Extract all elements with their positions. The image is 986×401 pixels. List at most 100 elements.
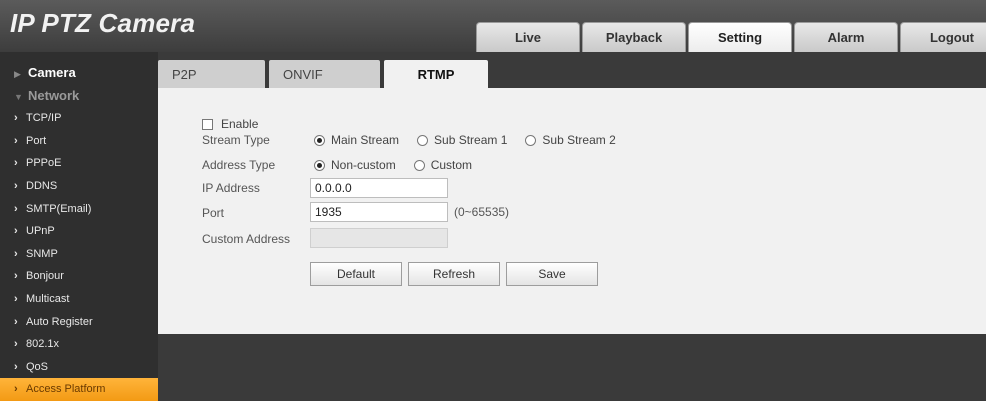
sidebar-item-auto-register[interactable]: › Auto Register <box>0 311 158 334</box>
radio-label: Sub Stream 1 <box>434 133 508 147</box>
sidebar-item-upnp[interactable]: › UPnP <box>0 220 158 243</box>
port-row: Port (0~65535) <box>202 202 802 222</box>
sidebar-item-qos[interactable]: › QoS <box>0 356 158 379</box>
sidebar-item-label: UPnP <box>26 225 55 238</box>
chevron-right-icon: › <box>14 383 18 396</box>
chevron-right-icon: › <box>14 247 18 260</box>
tab-p2p[interactable]: P2P <box>158 60 265 88</box>
default-button[interactable]: Default <box>310 262 402 286</box>
custom-address-row: Custom Address <box>202 228 802 248</box>
tab-alarm[interactable]: Alarm <box>794 22 898 52</box>
stream-type-label: Stream Type <box>202 133 270 147</box>
ip-address-row: IP Address <box>202 178 802 198</box>
ip-address-field-area <box>310 178 448 198</box>
sidebar-item-label: 802.1x <box>26 338 60 351</box>
radio-label: Sub Stream 2 <box>542 133 616 147</box>
chevron-right-icon: › <box>14 179 18 192</box>
sidebar: ▶ Camera ▼ Network › TCP/IP › Port › PPPoE › D… <box>0 52 158 401</box>
custom-address-input <box>310 228 448 248</box>
chevron-right-icon: › <box>14 225 18 238</box>
radio-custom[interactable]: Custom <box>413 158 473 172</box>
radio-unchecked-icon[interactable] <box>525 134 537 146</box>
tab-setting[interactable]: Setting <box>688 22 792 52</box>
sidebar-item-label: Bonjour <box>26 270 64 283</box>
radio-sub-stream-1[interactable]: Sub Stream 1 <box>417 133 507 147</box>
tab-playback[interactable]: Playback <box>582 22 686 52</box>
sidebar-item-label: PPPoE <box>26 157 62 170</box>
top-nav: Live Playback Setting Alarm Logout <box>476 22 986 52</box>
sidebar-item-smtp[interactable]: › SMTP(Email) <box>0 198 158 221</box>
radio-main-stream[interactable]: Main Stream <box>314 133 399 147</box>
sidebar-section-label: Camera <box>28 65 76 80</box>
tab-label: P2P <box>172 66 197 82</box>
radio-label: Custom <box>430 158 473 172</box>
sidebar-section-label: Network <box>28 87 80 103</box>
sidebar-item-label: Access Platform <box>26 383 106 396</box>
sidebar-item-8021x[interactable]: › 802.1x <box>0 333 158 356</box>
ip-address-label: IP Address <box>202 181 260 195</box>
radio-non-custom[interactable]: Non-custom <box>314 158 396 172</box>
sidebar-item-pppoe[interactable]: › PPPoE <box>0 152 158 175</box>
tab-onvif[interactable]: ONVIF <box>269 60 380 88</box>
tab-label: ONVIF <box>283 66 323 82</box>
chevron-right-icon: › <box>14 202 18 215</box>
chevron-right-icon: › <box>14 360 18 373</box>
rtmp-settings-panel: Enable Stream Type Main Stream Sub Strea… <box>158 88 986 334</box>
save-button[interactable]: Save <box>506 262 598 286</box>
port-label: Port <box>202 206 225 220</box>
tab-logout[interactable]: Logout <box>900 22 986 52</box>
sidebar-item-port[interactable]: › Port <box>0 130 158 153</box>
ip-address-input[interactable] <box>310 178 448 198</box>
triangle-down-icon: ▼ <box>14 91 23 102</box>
triangle-right-icon: ▶ <box>14 69 21 79</box>
custom-address-label: Custom Address <box>202 232 291 246</box>
address-type-row: Address Type Non-custom Custom <box>202 155 802 175</box>
subtab-bar: P2P ONVIF RTMP <box>158 60 492 88</box>
enable-checkbox[interactable] <box>202 118 213 130</box>
custom-address-field-area <box>310 228 448 248</box>
header-bar: IP PTZ Camera Live Playback Setting Alar… <box>0 0 986 52</box>
chevron-right-icon: › <box>14 338 18 351</box>
sidebar-item-snmp[interactable]: › SNMP <box>0 243 158 266</box>
radio-checked-icon[interactable] <box>314 134 325 146</box>
radio-checked-icon[interactable] <box>314 159 325 171</box>
chevron-right-icon: › <box>14 112 18 125</box>
chevron-right-icon: › <box>14 315 18 328</box>
sidebar-item-multicast[interactable]: › Multicast <box>0 288 158 311</box>
sidebar-item-label: TCP/IP <box>26 112 62 125</box>
radio-unchecked-icon[interactable] <box>417 134 429 146</box>
radio-unchecked-icon[interactable] <box>413 159 425 171</box>
port-input[interactable] <box>310 202 448 222</box>
chevron-right-icon: › <box>14 270 18 283</box>
stream-type-radio-group: Main Stream Sub Stream 1 Sub Stream 2 <box>314 133 634 147</box>
sidebar-item-label: QoS <box>26 360 49 373</box>
app-title: IP PTZ Camera <box>10 8 196 38</box>
chevron-right-icon: › <box>14 134 18 147</box>
stream-type-row: Stream Type Main Stream Sub Stream 1 Sub… <box>202 130 802 150</box>
radio-sub-stream-2[interactable]: Sub Stream 2 <box>525 133 616 147</box>
address-type-radio-group: Non-custom Custom <box>314 158 490 172</box>
sidebar-section-camera[interactable]: ▶ Camera <box>0 62 158 85</box>
chevron-right-icon: › <box>14 157 18 170</box>
port-range-hint: (0~65535) <box>454 205 510 219</box>
chevron-right-icon: › <box>14 292 18 305</box>
sidebar-item-ddns[interactable]: › DDNS <box>0 175 158 198</box>
button-bar: Default Refresh Save <box>310 262 604 286</box>
enable-label: Enable <box>221 117 259 131</box>
sidebar-item-label: SMTP(Email) <box>26 202 92 215</box>
sidebar-item-access-platform[interactable]: › Access Platform <box>0 378 158 401</box>
sidebar-section-network[interactable]: ▼ Network <box>0 85 158 108</box>
radio-label: Non-custom <box>331 158 396 172</box>
sidebar-item-label: Auto Register <box>26 315 93 328</box>
sidebar-item-bonjour[interactable]: › Bonjour <box>0 265 158 288</box>
tab-live[interactable]: Live <box>476 22 580 52</box>
sidebar-item-label: Port <box>26 134 47 147</box>
port-field-area: (0~65535) <box>310 202 509 222</box>
radio-label: Main Stream <box>331 133 400 147</box>
tab-rtmp[interactable]: RTMP <box>384 60 488 88</box>
sidebar-item-tcpip[interactable]: › TCP/IP <box>0 107 158 130</box>
tab-label: RTMP <box>417 66 455 82</box>
sidebar-item-label: Multicast <box>26 292 70 305</box>
sidebar-item-label: SNMP <box>26 247 58 260</box>
refresh-button[interactable]: Refresh <box>408 262 500 286</box>
